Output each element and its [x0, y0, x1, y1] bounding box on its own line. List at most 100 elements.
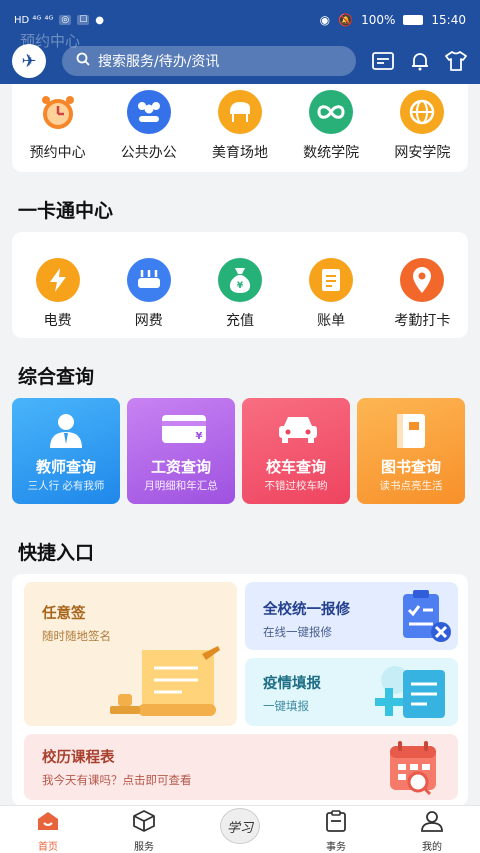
battery-text: 100% — [361, 13, 396, 27]
service-label: 数统学院 — [303, 145, 360, 161]
service-appointment[interactable]: 预约中心 — [18, 90, 98, 162]
scroll-pen-icon — [110, 646, 220, 716]
nav-label: 首页 — [38, 842, 58, 853]
quick-epidemic[interactable]: 疫情填报 一键填报 — [245, 658, 458, 726]
ykt-electricity[interactable]: 电费 — [18, 258, 98, 330]
ykt-label: 网费 — [134, 313, 163, 329]
service-label: 网安学院 — [394, 145, 451, 161]
quick-entry-card: 任意签 随时随地签名 全校统一报修 在线一键报修 疫情填报 一键填报 校历课程表… — [12, 574, 468, 806]
bottom-navigation: 首页 服务 学习 事务 我的 — [0, 805, 480, 853]
study-icon: 学习 — [220, 808, 260, 844]
shirt-icon[interactable] — [443, 48, 469, 74]
quick-title: 任意签 — [42, 606, 86, 622]
notification-icon: ☐ — [77, 15, 90, 25]
nav-service[interactable]: 服务 — [104, 806, 184, 853]
quick-subtitle: 随时随地签名 — [42, 629, 111, 643]
ykt-attendance[interactable]: 考勤打卡 — [382, 258, 462, 330]
bill-icon — [309, 258, 354, 302]
quick-title: 全校统一报修 — [263, 602, 350, 618]
teacher-icon — [46, 412, 86, 450]
status-right: ◉ 🔕 100% 15:40 — [320, 13, 466, 27]
service-cyber-college[interactable]: 网安学院 — [382, 90, 462, 162]
alarm-clock-icon — [36, 90, 80, 134]
eye-icon: ◉ — [319, 13, 331, 27]
tile-subtitle: 不错过校车哟 — [264, 480, 328, 492]
quick-subtitle: 一键填报 — [263, 699, 309, 713]
lightning-icon — [35, 258, 80, 302]
service-public-office[interactable]: 公共办公 — [109, 90, 189, 162]
tile-title: 教师查询 — [35, 458, 96, 476]
salary-card-icon: ¥ — [161, 412, 206, 450]
nav-label: 我的 — [422, 842, 442, 853]
calendar-icon — [390, 741, 436, 796]
search-placeholder: 搜索服务/待办/资讯 — [98, 54, 220, 70]
tile-salary-query[interactable]: ¥ 工资查询 月明细和年汇总 — [127, 398, 235, 504]
nav-study[interactable]: 学习 — [200, 806, 280, 853]
nav-label: 事务 — [326, 842, 346, 853]
user-icon — [421, 811, 443, 832]
quick-schedule[interactable]: 校历课程表 我今天有课吗？点击即可查看 — [24, 734, 458, 800]
quick-title: 疫情填报 — [263, 676, 321, 692]
clipboard-icon — [326, 810, 346, 832]
tile-subtitle: 月明细和年汇总 — [144, 480, 218, 492]
people-icon — [126, 90, 171, 134]
nav-affairs[interactable]: 事务 — [296, 806, 376, 853]
book-icon — [391, 412, 431, 450]
service-math-college[interactable]: 数统学院 — [291, 90, 371, 162]
card-center-card: 电费 网费 ¥ 充值 账单 考勤打卡 — [12, 232, 468, 338]
ykt-label: 电费 — [43, 313, 72, 329]
app-header: HD ⁴ᴳ ⁴ᴳ ◎ ☐ ● ◉ 🔕 100% 15:40 预约中心 ✈ 搜索服… — [0, 0, 480, 84]
card-icon[interactable] — [370, 48, 396, 74]
infinity-icon — [309, 90, 354, 134]
ykt-bill[interactable]: 账单 — [291, 258, 371, 330]
quick-subtitle: 在线一键报修 — [263, 625, 332, 639]
quick-sign[interactable]: 任意签 随时随地签名 — [24, 582, 237, 726]
tile-title: 校车查询 — [265, 458, 326, 476]
piano-icon — [217, 90, 262, 134]
tile-subtitle: 三人行 必有我师 — [27, 480, 105, 492]
section-title-card-center: 一卡通中心 — [18, 200, 114, 222]
tile-library-query[interactable]: 图书查询 读书点亮生活 — [357, 398, 465, 504]
header-row: ✈ 搜索服务/待办/资讯 — [0, 44, 480, 78]
nav-mine[interactable]: 我的 — [392, 806, 472, 853]
box-icon — [133, 810, 155, 832]
quick-repair[interactable]: 全校统一报修 在线一键报修 — [245, 582, 458, 650]
top-services-card: 预约中心 公共办公 美育场地 数统学院 网安学院 — [12, 84, 468, 172]
tile-title: 工资查询 — [150, 458, 211, 476]
chat-icon: ● — [95, 14, 105, 26]
search-icon — [76, 52, 90, 70]
tile-subtitle: 读书点亮生活 — [379, 480, 443, 492]
clock-time: 15:40 — [431, 13, 466, 27]
svg-text:¥: ¥ — [196, 431, 203, 442]
ykt-network-fee[interactable]: 网费 — [109, 258, 189, 330]
battery-icon — [403, 15, 424, 25]
status-left: HD ⁴ᴳ ⁴ᴳ ◎ ☐ ● — [14, 15, 104, 26]
service-label: 预约中心 — [29, 145, 86, 161]
repair-clipboard-icon — [403, 590, 451, 642]
ykt-label: 考勤打卡 — [394, 313, 451, 329]
wifi-icon: ◎ — [59, 15, 72, 25]
tile-title: 图书查询 — [380, 458, 441, 476]
router-icon — [126, 258, 171, 302]
signal-text: HD ⁴ᴳ ⁴ᴳ — [14, 14, 54, 26]
bell-icon[interactable] — [407, 48, 433, 74]
ykt-label: 账单 — [317, 313, 346, 329]
section-title-query: 综合查询 — [18, 366, 95, 388]
ykt-recharge[interactable]: ¥ 充值 — [200, 258, 280, 330]
school-logo-icon[interactable]: ✈ — [12, 44, 46, 78]
home-icon — [38, 812, 58, 830]
report-form-icon — [375, 666, 445, 718]
nav-home[interactable]: 首页 — [8, 806, 88, 853]
tile-teacher-query[interactable]: 教师查询 三人行 必有我师 — [12, 398, 120, 504]
quick-subtitle: 我今天有课吗？点击即可查看 — [42, 773, 192, 787]
service-art-venue[interactable]: 美育场地 — [200, 90, 280, 162]
location-pin-icon — [400, 258, 445, 302]
tile-bus-query[interactable]: 校车查询 不错过校车哟 — [242, 398, 350, 504]
svg-text:¥: ¥ — [237, 281, 244, 291]
quick-title: 校历课程表 — [42, 750, 115, 766]
money-bag-icon: ¥ — [217, 258, 262, 302]
car-icon — [276, 412, 317, 450]
mute-icon: 🔕 — [338, 13, 354, 27]
globe-icon — [400, 90, 445, 134]
search-bar[interactable]: 搜索服务/待办/资讯 — [62, 46, 356, 76]
